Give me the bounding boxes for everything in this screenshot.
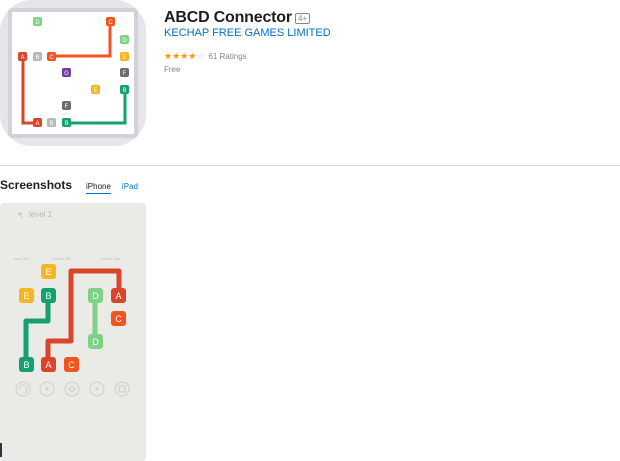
screenshot-iphone[interactable]: ↰ level 1 time 30s moves 3/5 record 18s … [0,203,146,461]
icon-tile: B [47,118,56,127]
stat-moves: moves 3/5 [52,256,71,261]
svg-text:B: B [45,291,51,301]
svg-text:F: F [65,104,69,110]
svg-text:B: B [49,121,53,127]
icon-tile: E [120,52,129,61]
svg-text:C: C [115,314,122,324]
icon-tile: B [33,52,42,61]
svg-text:D: D [35,20,40,26]
section-divider [0,165,620,166]
device-tabs: iPhone iPad [86,182,138,194]
icon-tile: C [47,52,56,61]
tab-iphone[interactable]: iPhone [86,182,111,194]
app-title: ABCD Connector [164,9,292,26]
svg-text:A: A [20,55,24,61]
svg-text:B: B [23,360,29,370]
stat-record: record 18s [101,256,120,261]
game-tile: E [41,264,56,279]
price: Free [164,65,181,74]
svg-text:E: E [122,55,126,61]
icon-tile: B [120,85,129,94]
svg-text:B: B [122,88,126,94]
svg-text:E: E [93,88,97,94]
ratings-count: 61 Ratings [208,52,247,61]
svg-text:C: C [108,20,113,26]
star-icon: ★ [164,51,173,61]
svg-text:B: B [35,55,39,61]
icon-tile: G [62,68,71,77]
star-empty-icon: ☆ [196,51,205,61]
icon-tile: F [62,101,71,110]
svg-text:A: A [115,291,121,301]
svg-text:G: G [64,71,69,77]
icon-tile: F [120,68,129,77]
icon-tile: D [120,35,129,44]
game-tile: E [19,288,34,303]
svg-text:D: D [92,291,99,301]
game-tile: B [41,288,56,303]
screenshots-heading: Screenshots [0,178,73,192]
star-icon: ★ [172,51,181,61]
svg-text:D: D [122,38,127,44]
age-rating-badge: 4+ [295,13,311,24]
star-rating: ★★★★☆ [164,51,204,62]
game-tile: D [88,288,103,303]
svg-text:D: D [92,337,99,347]
developer-link[interactable]: KECHAP FREE GAMES LIMITED [164,27,331,39]
svg-text:E: E [23,291,29,301]
icon-tile: A [18,52,27,61]
game-tile: C [111,311,126,326]
stat-time: time 30s [14,256,29,261]
game-tile: A [111,288,126,303]
game-tile: D [88,334,103,349]
rating-row: ★★★★☆ 61 Ratings [164,51,247,62]
game-tile: A [41,357,56,372]
level-label: level 1 [29,210,53,219]
icon-tile: A [33,118,42,127]
icon-tile: B [62,118,71,127]
svg-text:A: A [45,360,51,370]
svg-text:A: A [35,121,39,127]
svg-text:F: F [123,71,127,77]
tab-ipad[interactable]: iPad [122,182,138,194]
icon-tile: E [91,85,100,94]
game-tile: C [64,357,79,372]
icon-tile: D [33,17,42,26]
svg-text:C: C [49,55,54,61]
back-icon: ↰ [17,211,24,220]
icon-tile: C [106,17,115,26]
game-tile: B [19,357,34,372]
svg-text:B: B [64,121,68,127]
cursor-marker [0,443,2,457]
app-icon: D C A B C D E G F F E B A B B [0,0,146,146]
svg-text:C: C [68,360,75,370]
svg-text:E: E [45,267,51,277]
